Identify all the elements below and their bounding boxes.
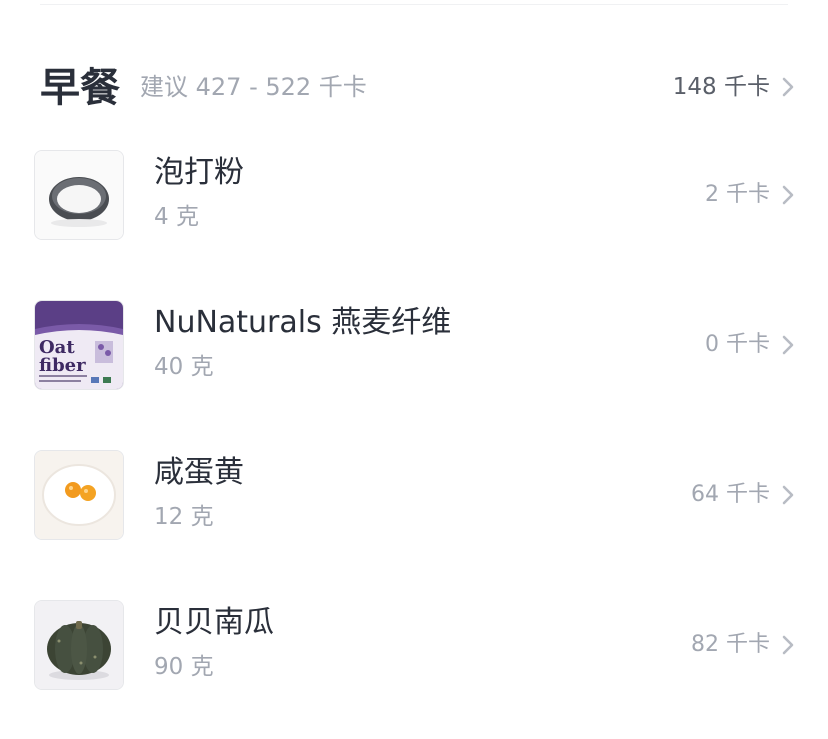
food-amount: 40 克 (154, 354, 214, 380)
food-amount: 4 克 (154, 204, 199, 230)
pumpkin-icon (34, 600, 124, 690)
food-name: 贝贝南瓜 (154, 605, 274, 640)
food-kcal-button[interactable]: 2 千卡 (705, 180, 794, 210)
chevron-right-icon (782, 185, 794, 205)
chevron-right-icon (782, 77, 794, 97)
meal-title: 早餐 (40, 65, 120, 111)
food-kcal-button[interactable]: 0 千卡 (705, 330, 794, 360)
food-name: 咸蛋黄 (154, 455, 244, 490)
top-divider (40, 4, 788, 5)
food-item[interactable]: Oat fiber NuNaturals 燕麦纤维 40 克 0 千卡 (0, 290, 828, 390)
chevron-right-icon (782, 635, 794, 655)
food-kcal: 0 千卡 (705, 332, 770, 357)
food-name: 泡打粉 (154, 155, 244, 190)
food-kcal-button[interactable]: 64 千卡 (691, 480, 794, 510)
meal-total-button[interactable]: 148 千卡 (673, 72, 794, 102)
baking-powder-bowl-icon (34, 150, 124, 240)
food-amount: 12 克 (154, 504, 214, 530)
meal-total-kcal: 148 千卡 (672, 74, 770, 100)
food-item[interactable]: 贝贝南瓜 90 克 82 千卡 (0, 590, 828, 690)
food-amount: 90 克 (154, 654, 214, 680)
salted-egg-yolk-plate-icon (34, 450, 124, 540)
food-kcal-button[interactable]: 82 千卡 (691, 630, 794, 660)
food-name: NuNaturals 燕麦纤维 (154, 305, 452, 340)
food-kcal: 64 千卡 (691, 482, 770, 507)
meal-suggestion: 建议 427 - 522 千卡 (140, 73, 367, 101)
food-kcal: 2 千卡 (705, 182, 770, 207)
meal-header[interactable]: 早餐 建议 427 - 522 千卡 148 千卡 (40, 60, 794, 116)
meal-page: 早餐 建议 427 - 522 千卡 148 千卡 泡打粉 4 克 2 千卡 O… (0, 0, 828, 739)
food-kcal: 82 千卡 (691, 632, 770, 657)
food-item[interactable]: 咸蛋黄 12 克 64 千卡 (0, 440, 828, 540)
oat-fiber-package-icon: Oat fiber (34, 300, 124, 390)
svg-text:fiber: fiber (39, 355, 86, 376)
chevron-right-icon (782, 485, 794, 505)
food-item[interactable]: 泡打粉 4 克 2 千卡 (0, 140, 828, 240)
chevron-right-icon (782, 335, 794, 355)
